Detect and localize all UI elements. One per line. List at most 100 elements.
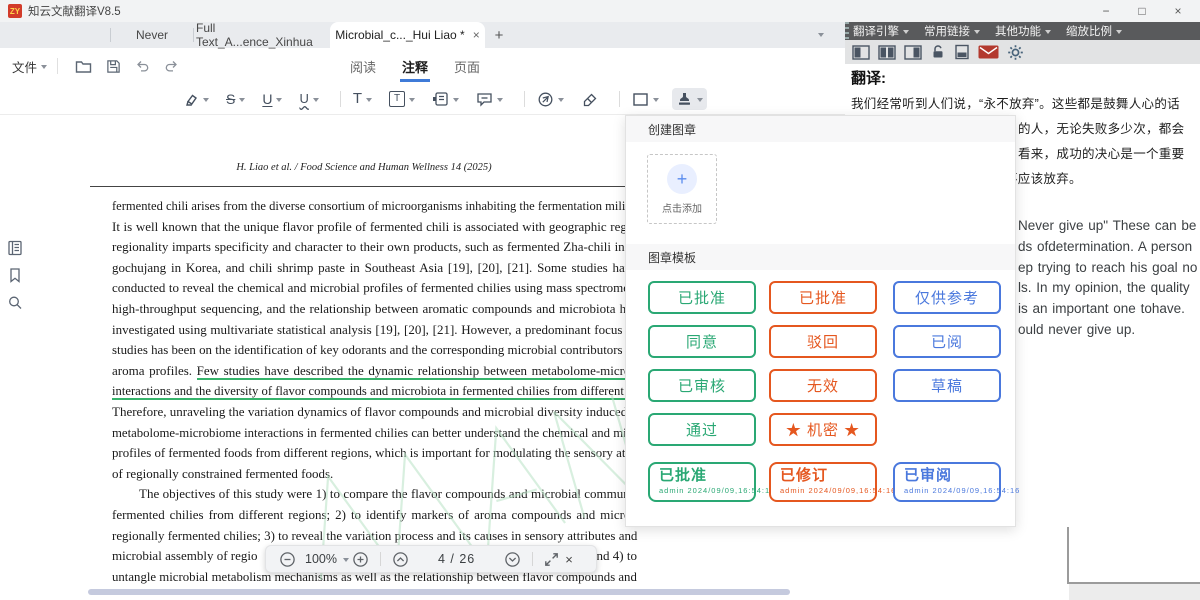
source-text-fragment: ls. In my opinion, the quality <box>1018 280 1190 295</box>
stamp-template-button[interactable]: 驳回 <box>769 325 877 358</box>
note-icon[interactable] <box>428 88 463 110</box>
stamp-template-button[interactable]: ★ 机密 ★ <box>769 413 877 446</box>
strikethrough-icon[interactable]: S <box>222 88 249 110</box>
text-icon[interactable]: T <box>349 88 376 110</box>
layout-right-icon[interactable] <box>904 45 922 60</box>
pdf-text-line: fermented chilies from different regions… <box>112 505 637 526</box>
stamp-template-button[interactable]: 已批准 <box>769 281 877 314</box>
unlock-icon[interactable] <box>930 44 946 60</box>
bookmark-icon[interactable] <box>7 267 23 283</box>
highlighter-icon[interactable] <box>178 88 213 111</box>
stamp-template-button[interactable]: 仅供参考 <box>893 281 1001 314</box>
textbox-icon[interactable]: T <box>385 88 419 110</box>
left-sidebar <box>0 115 30 600</box>
tab-annotate[interactable]: 注释 <box>400 51 430 82</box>
window-controls: − □ × <box>1088 0 1196 22</box>
stamp-template-button[interactable]: 无效 <box>769 369 877 402</box>
translation-menu-item[interactable]: 翻译引擎 <box>853 23 909 39</box>
thumbnails-icon[interactable] <box>7 240 23 256</box>
stamp-template-dated-button[interactable]: 已批准admin 2024/09/09,16:54:16 <box>648 462 756 502</box>
stamp-icon[interactable] <box>672 88 707 110</box>
prev-page-button[interactable] <box>392 551 409 568</box>
translation-menu-item[interactable]: 缩放比例 <box>1066 23 1122 39</box>
stamp-template-button[interactable]: 已批准 <box>648 281 756 314</box>
rectangle-icon[interactable] <box>628 89 663 110</box>
pdf-text-line: of regionally constrained fermented food… <box>112 464 637 485</box>
pdf-text-line: conducted to reveal the chemical and mic… <box>112 278 637 299</box>
next-page-button[interactable] <box>504 551 521 568</box>
tab-close-icon[interactable]: × <box>473 28 480 42</box>
plus-icon: + <box>667 164 697 194</box>
freehand-icon[interactable] <box>533 88 568 111</box>
source-text-fragment: ds ofdetermination. A person <box>1018 239 1192 254</box>
new-tab-button[interactable]: + <box>486 22 512 48</box>
tab-label: Microbial_c..._Hui Liao * <box>335 28 464 42</box>
stamp-template-button[interactable]: 已阅 <box>893 325 1001 358</box>
layout-page-icon[interactable] <box>954 44 970 60</box>
translation-menu-item[interactable]: 常用链接 <box>924 23 980 39</box>
pdf-running-header: H. Liao et al. / Food Science and Human … <box>90 162 638 173</box>
stamp-template-dated-button[interactable]: 已修订admin 2024/09/09,16:54:16 <box>769 462 877 502</box>
stamp-template-dated-button[interactable]: 已审阅admin 2024/09/09,16:54:16 <box>893 462 1001 502</box>
pdf-text-line: fermented chili arises from the diverse … <box>112 196 619 217</box>
zoom-out-button[interactable] <box>279 551 296 568</box>
menu-row: 文件 阅读 注释 页面 <box>0 48 845 84</box>
open-folder-icon[interactable] <box>75 59 92 74</box>
pdf-text-line: The objectives of this study were 1) to … <box>112 484 637 505</box>
source-text-fragment: Never give up" These can be <box>1018 218 1196 233</box>
stamp-template-button[interactable]: 通过 <box>648 413 756 446</box>
layout-split-icon[interactable] <box>878 45 896 60</box>
undo-icon[interactable] <box>135 59 150 73</box>
horizontal-scrollbar[interactable] <box>88 589 790 595</box>
squiggly-underline-icon[interactable]: U <box>295 88 322 110</box>
chevron-down-icon[interactable] <box>343 558 349 565</box>
chevron-down-icon <box>41 65 47 72</box>
zoom-in-button[interactable] <box>352 551 369 568</box>
stamp-template-button[interactable]: 已审核 <box>648 369 756 402</box>
tab-never[interactable]: Never <box>112 22 192 48</box>
redo-icon[interactable] <box>164 59 179 73</box>
divider <box>619 91 620 107</box>
app-logo: ZY <box>8 4 22 18</box>
tab-full-text[interactable]: Full Text_A...ence_Xinhua <box>196 22 328 48</box>
zoom-level[interactable]: 100% <box>305 552 337 566</box>
underline-icon[interactable]: U <box>258 88 286 110</box>
panel-border <box>1067 527 1069 584</box>
translation-menu-item[interactable]: 其他功能 <box>995 23 1051 39</box>
comment-icon[interactable] <box>472 88 507 110</box>
tab-separator <box>110 28 111 42</box>
maximize-button[interactable]: □ <box>1124 0 1160 22</box>
close-button[interactable]: × <box>1160 0 1196 22</box>
file-menu[interactable]: 文件 <box>12 57 47 76</box>
translation-fragment: 不应该放弃。 <box>1005 168 1082 187</box>
mail-icon[interactable] <box>978 45 999 59</box>
tab-separator <box>193 28 194 42</box>
translation-fragment: 的人，无论失败多少次，都会 <box>1018 118 1184 137</box>
source-text-fragment: is an important one tohave. <box>1018 301 1185 316</box>
add-stamp-button[interactable]: + 点击添加 <box>647 154 717 224</box>
expand-icon[interactable] <box>544 552 559 567</box>
tab-page[interactable]: 页面 <box>452 51 482 82</box>
settings-gear-icon[interactable] <box>1007 44 1024 61</box>
tab-bar: Never Full Text_A...ence_Xinhua Microbia… <box>0 22 845 48</box>
annotation-toolbar: S U U T T <box>0 84 845 115</box>
eraser-icon[interactable] <box>577 88 602 111</box>
pdf-text-line: regionality imparts specificity and char… <box>112 237 637 258</box>
tab-list-chevron-icon[interactable] <box>818 33 824 40</box>
tab-read[interactable]: 阅读 <box>348 51 378 82</box>
divider <box>380 552 381 566</box>
minimize-button[interactable]: − <box>1088 0 1124 22</box>
stamp-template-button[interactable]: 草稿 <box>893 369 1001 402</box>
stamp-template-button[interactable]: 同意 <box>648 325 756 358</box>
close-toolbar-button[interactable]: × <box>565 552 573 567</box>
app-title: 知云文献翻译V8.5 <box>28 3 121 19</box>
save-icon[interactable] <box>106 59 121 74</box>
pdf-text-line: profiles of fermented foods from differe… <box>112 443 631 464</box>
translation-menubar: 翻译引擎常用链接其他功能缩放比例 <box>845 22 1200 40</box>
layout-left-icon[interactable] <box>852 45 870 60</box>
pdf-text: fermented chili arises from the diverse … <box>112 196 637 587</box>
pdf-text-line: gochujang in Korea, and chili shrimp pas… <box>112 258 637 279</box>
pdf-text-line: It is well known that the unique flavor … <box>112 217 637 238</box>
search-icon[interactable] <box>7 295 23 311</box>
tab-active-microbial[interactable]: Microbial_c..._Hui Liao * × <box>330 22 485 48</box>
